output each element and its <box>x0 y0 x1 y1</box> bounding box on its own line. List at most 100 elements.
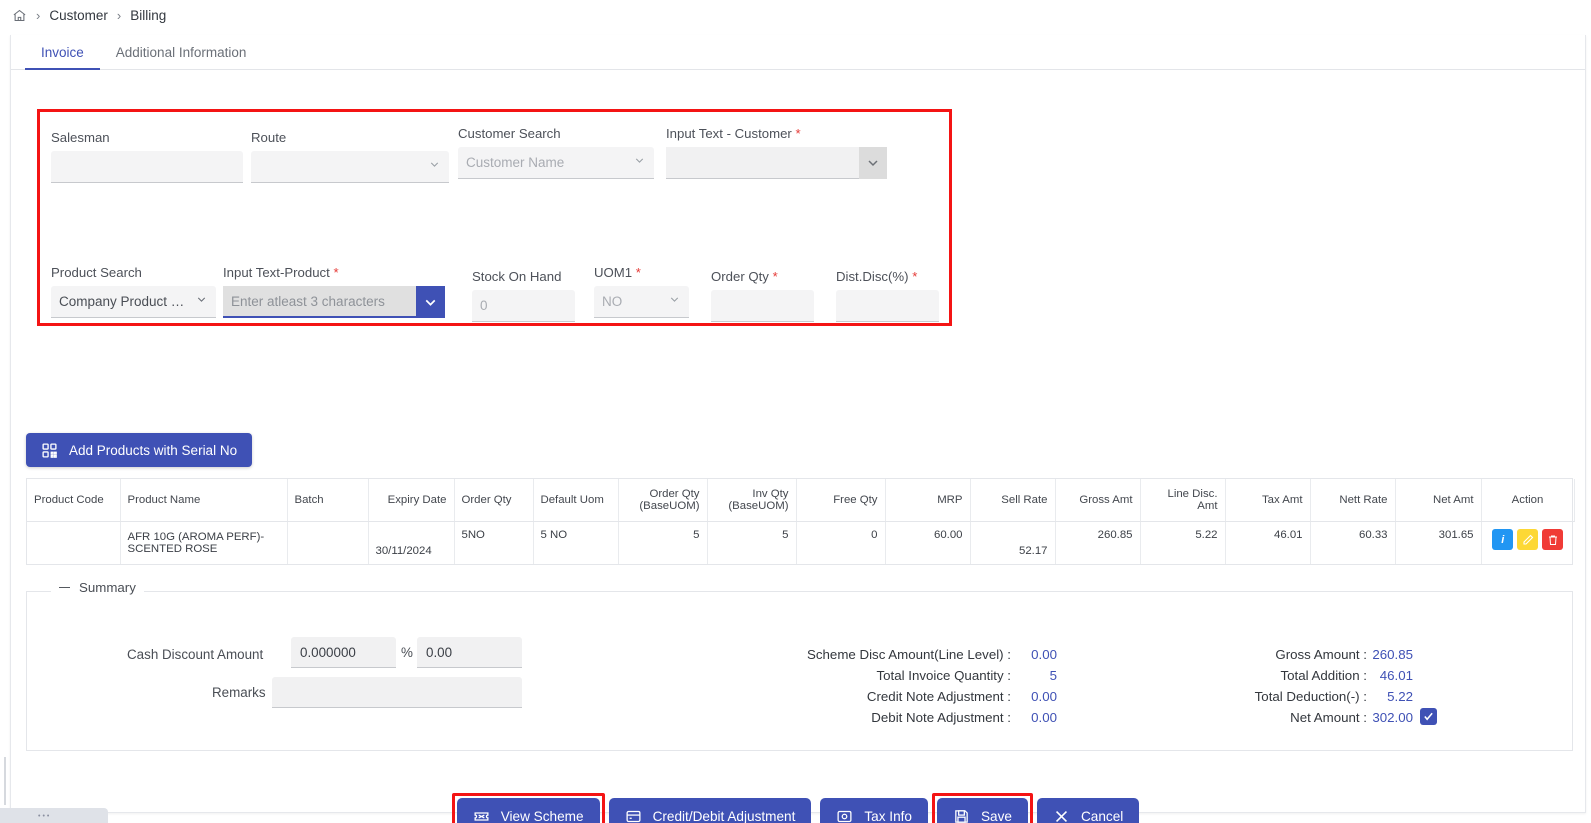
stock-on-hand-input[interactable] <box>472 290 575 322</box>
summary-divider <box>27 591 1572 592</box>
remarks-input[interactable] <box>272 677 522 708</box>
cash-discount-amount-input[interactable] <box>417 637 522 668</box>
view-scheme-button[interactable]: View Scheme <box>456 798 600 823</box>
invoice-card: Invoice Additional Information Salesman … <box>10 35 1586 823</box>
breadcrumb-item-customer[interactable]: Customer <box>49 8 108 23</box>
footer-action-bar: View Scheme Credit/Debit Adjustment Tax … <box>11 793 1585 823</box>
breadcrumb-item-billing[interactable]: Billing <box>130 8 166 23</box>
col-nett-rate[interactable]: Nett Rate <box>1310 479 1396 522</box>
summary-row-total-deduction: Total Deduction(-) : 5.22 <box>1207 686 1437 707</box>
input-text-product-dropdown-button[interactable] <box>416 286 445 318</box>
col-sell-rate[interactable]: Sell Rate <box>970 479 1056 522</box>
scroll-indicator[interactable] <box>4 757 6 805</box>
tax-info-button[interactable]: Tax Info <box>820 798 928 823</box>
label-input-text-product-text: Input Text-Product <box>223 265 330 280</box>
uom1-select[interactable]: NO <box>594 286 689 318</box>
tab-invoice[interactable]: Invoice <box>25 45 100 70</box>
label-order-qty: Order Qty * <box>711 269 814 284</box>
field-uom1: UOM1 * NO <box>594 265 689 318</box>
view-scheme-label: View Scheme <box>500 808 584 823</box>
input-text-customer-dropdown-button[interactable] <box>859 147 887 179</box>
cell-batch <box>287 521 369 564</box>
home-icon[interactable] <box>12 8 27 23</box>
summary-value: 5 <box>1049 668 1057 683</box>
add-products-with-serial-no-button[interactable]: Add Products with Serial No <box>26 433 253 467</box>
summary-value: 0.00 <box>1031 647 1057 662</box>
col-default-uom[interactable]: Default Uom <box>533 479 619 522</box>
col-expiry-date[interactable]: Expiry Date <box>368 479 455 522</box>
label-cash-discount-amount: Cash Discount Amount <box>127 647 264 662</box>
cash-discount-percent-input[interactable] <box>291 637 396 668</box>
product-search-select[interactable]: Company Product … <box>51 286 216 318</box>
col-product-name[interactable]: Product Name <box>120 479 288 522</box>
summary-title: Summary <box>79 580 136 595</box>
percent-symbol: % <box>401 645 413 660</box>
label-dist-disc-text: Dist.Disc(%) <box>836 269 909 284</box>
summary-value: 302.00 <box>1372 710 1413 725</box>
cell-action: i <box>1481 522 1574 564</box>
label-stock-on-hand: Stock On Hand <box>472 269 562 284</box>
table-header-row: Product Code Product Name Batch Expiry D… <box>27 479 1575 522</box>
summary-row-total-invoice-quantity: Total Invoice Quantity : 5 <box>787 665 1057 686</box>
order-qty-input[interactable] <box>711 290 814 322</box>
col-line-disc-amt[interactable]: Line Disc. Amt <box>1140 479 1226 522</box>
label-dist-disc: Dist.Disc(%) * <box>836 269 939 284</box>
summary-key: Total Addition : <box>1280 668 1368 683</box>
summary-row-total-addition: Total Addition : 46.01 <box>1207 665 1437 686</box>
input-text-product-input[interactable] <box>223 286 416 318</box>
cancel-button[interactable]: Cancel <box>1036 798 1140 823</box>
col-gross-amt[interactable]: Gross Amt <box>1055 479 1141 522</box>
minus-icon[interactable] <box>59 586 70 589</box>
col-order-qty[interactable]: Order Qty <box>454 479 534 522</box>
customer-search-placeholder: Customer Name <box>458 147 654 179</box>
summary-key: Scheme Disc Amount(Line Level) : <box>807 647 1011 662</box>
route-select-value <box>251 151 449 183</box>
summary-right-totals: Gross Amount : 260.85 Total Addition : 4… <box>1207 644 1437 728</box>
input-text-customer-input[interactable] <box>666 147 859 179</box>
col-tax-amt[interactable]: Tax Amt <box>1225 479 1311 522</box>
qr-code-icon <box>41 442 58 459</box>
input-text-customer-combo <box>666 147 887 179</box>
cell-product-name: AFR 10G (AROMA PERF)-SCENTED ROSE <box>120 521 288 564</box>
net-amount-confirmed-checkbox[interactable] <box>1420 708 1437 725</box>
col-mrp[interactable]: MRP <box>885 479 971 522</box>
cell-order-qty-base: 5 <box>618 521 708 564</box>
summary-key: Gross Amount : <box>1275 647 1367 662</box>
summary-key: Total Deduction(-) : <box>1254 689 1367 704</box>
field-salesman: Salesman <box>51 130 243 183</box>
save-button[interactable]: Save <box>936 798 1028 823</box>
delete-button[interactable] <box>1542 529 1564 550</box>
bottom-edge-widget[interactable]: ••• <box>0 808 108 823</box>
summary-legend[interactable]: Summary <box>51 580 144 595</box>
field-route: Route <box>251 130 449 183</box>
col-product-code[interactable]: Product Code <box>27 479 121 522</box>
dist-disc-input[interactable] <box>836 290 939 322</box>
cell-line-disc-amt: 5.22 <box>1140 521 1226 564</box>
col-action: Action <box>1481 479 1575 522</box>
col-order-qty-base[interactable]: Order Qty (BaseUOM) <box>618 479 708 522</box>
cell-expiry-date: 30/11/2024 <box>368 521 455 564</box>
col-batch[interactable]: Batch <box>287 479 369 522</box>
view-scheme-highlight: View Scheme <box>451 793 605 823</box>
info-icon: i <box>1501 533 1505 546</box>
breadcrumb-separator-2: › <box>116 7 122 23</box>
field-product-search: Product Search Company Product … <box>51 265 216 318</box>
tab-bar: Invoice Additional Information <box>11 35 1585 70</box>
salesman-input[interactable] <box>51 151 243 183</box>
cell-mrp: 60.00 <box>885 521 971 564</box>
col-inv-qty-base[interactable]: Inv Qty (BaseUOM) <box>707 479 797 522</box>
col-free-qty[interactable]: Free Qty <box>796 479 886 522</box>
route-select[interactable] <box>251 151 449 183</box>
label-order-qty-text: Order Qty <box>711 269 769 284</box>
customer-search-select[interactable]: Customer Name <box>458 147 654 179</box>
col-net-amt[interactable]: Net Amt <box>1395 479 1482 522</box>
label-salesman: Salesman <box>51 130 110 145</box>
breadcrumb-separator-1: › <box>36 7 41 23</box>
uom1-placeholder: NO <box>594 286 689 318</box>
credit-debit-adjustment-button[interactable]: Credit/Debit Adjustment <box>608 798 812 823</box>
camera-icon <box>836 808 853 823</box>
edit-button[interactable] <box>1517 529 1539 550</box>
table-row[interactable]: AFR 10G (AROMA PERF)-SCENTED ROSE 30/11/… <box>27 521 1574 564</box>
info-button[interactable]: i <box>1492 529 1514 550</box>
tab-additional-information[interactable]: Additional Information <box>100 45 263 69</box>
